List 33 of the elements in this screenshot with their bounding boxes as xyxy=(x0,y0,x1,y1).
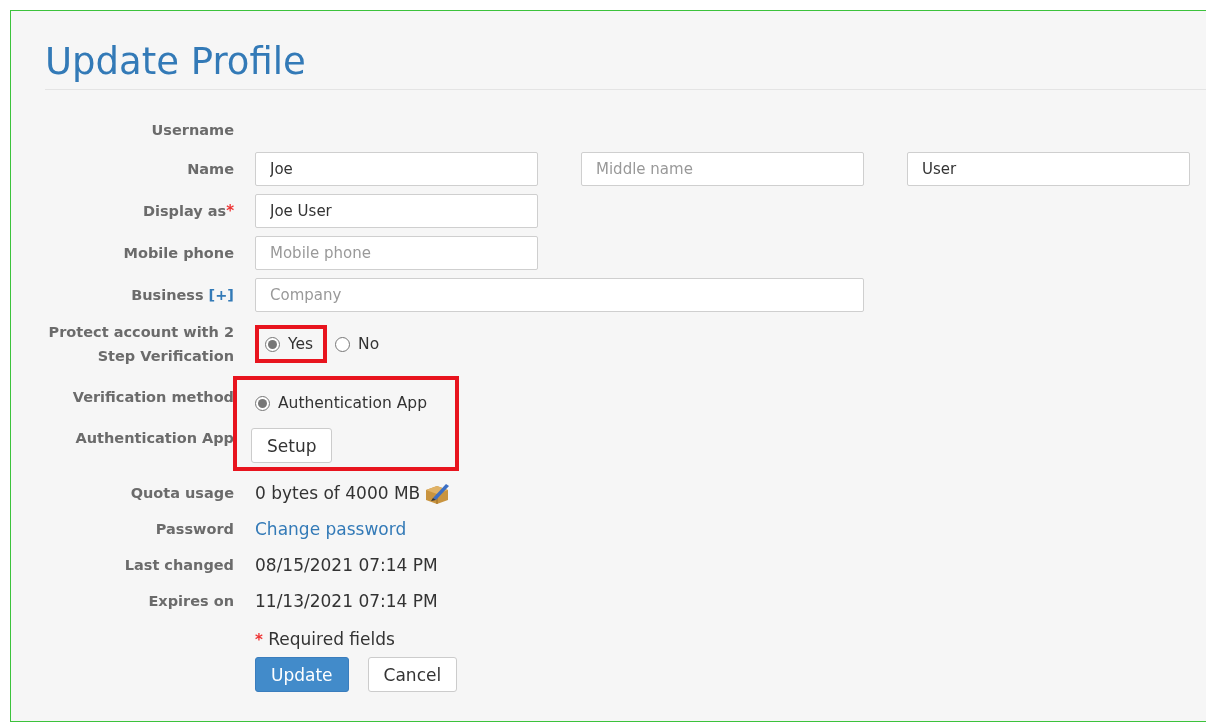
radio-option[interactable]: Authentication App xyxy=(251,384,431,422)
input-field[interactable]: User xyxy=(907,152,1190,186)
input-field[interactable]: Middle name xyxy=(581,152,864,186)
required-mark: * xyxy=(226,202,234,220)
field-label: Business xyxy=(131,286,204,305)
field-label: Display as xyxy=(142,202,227,221)
input-field[interactable]: Joe xyxy=(255,152,538,186)
field-label: Password xyxy=(155,520,234,539)
field-label: Username xyxy=(151,121,234,140)
field-value: 0 bytes of 4000 MB xyxy=(255,482,421,505)
field-label: Quota usage xyxy=(130,484,234,503)
radio-option[interactable]: No xyxy=(331,325,384,363)
field-label: Name xyxy=(187,160,234,179)
field-label: Expires on xyxy=(148,592,234,611)
input-field[interactable]: Joe User xyxy=(255,194,538,228)
input-field[interactable]: Mobile phone xyxy=(255,236,538,270)
box-pencil-icon[interactable] xyxy=(424,482,451,504)
field-value: 08/15/2021 07:14 PM xyxy=(255,554,438,577)
update-button[interactable]: Update xyxy=(255,657,349,692)
field-value: 11/13/2021 07:14 PM xyxy=(255,590,438,613)
field-label: Protect account with 2 Step Verification xyxy=(47,323,234,366)
field-label: Last changed xyxy=(124,556,234,575)
field-label: Authentication App xyxy=(75,429,234,448)
required-note: * Required fields xyxy=(255,629,396,649)
cancel-button[interactable]: Cancel xyxy=(367,657,458,692)
field-label: Verification method xyxy=(72,388,234,407)
add-link[interactable]: [+] xyxy=(208,287,234,303)
field-label: Mobile phone xyxy=(123,244,234,263)
highlighted-radio-option[interactable]: Yes xyxy=(255,325,328,363)
setup-button[interactable]: Setup xyxy=(251,428,333,463)
change-password-link[interactable]: Change password xyxy=(255,517,407,541)
input-field[interactable]: Company xyxy=(255,278,864,312)
page-title: Update Profile xyxy=(45,39,307,85)
